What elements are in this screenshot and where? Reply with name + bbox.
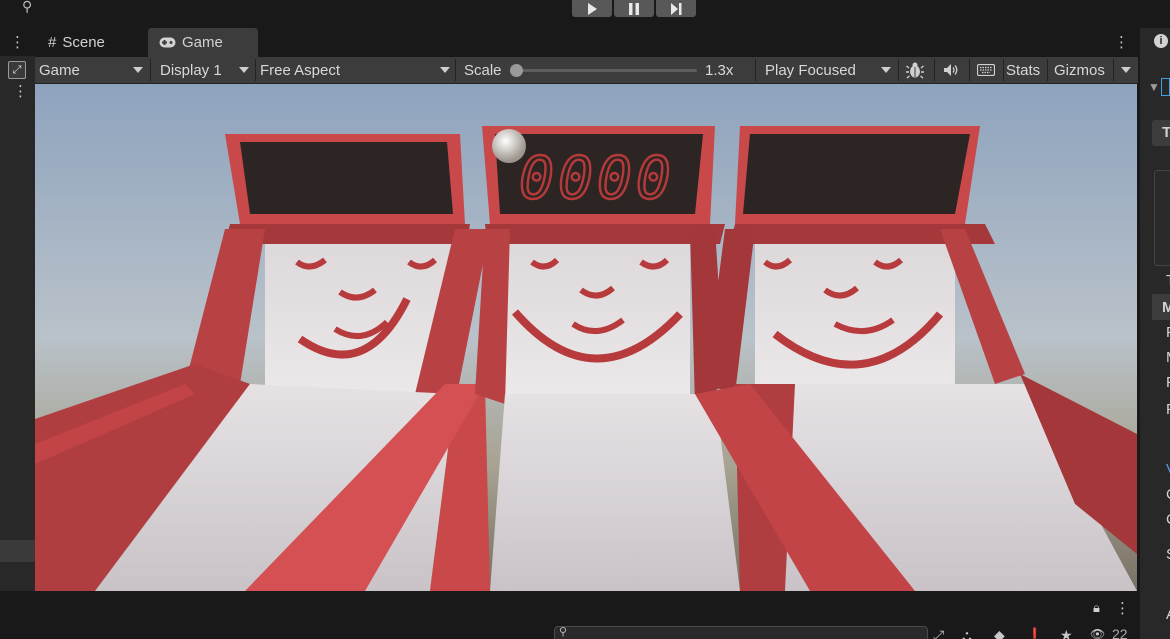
scale-label: Scale [464,57,502,83]
inspector-letter: C [1166,511,1170,528]
scale-label-text: Scale [464,61,502,79]
chevron-down-icon [440,67,450,73]
game-toolbar: Game Display 1 Free Aspect Scale 1.3x Pl… [35,57,1138,84]
play-button[interactable] [572,0,612,17]
inspector-letter: V [1166,461,1170,478]
score-display: 0000 [519,144,675,212]
step-icon [671,2,682,15]
inspector-letter: F [1166,374,1170,391]
scale-slider[interactable] [510,64,697,77]
inspector-letter: C [1166,486,1170,503]
tag-icon[interactable]: ◆ [994,627,1005,639]
bug-icon[interactable] [901,57,929,83]
tab-label: Scene [62,34,105,51]
keyboard-icon[interactable] [972,57,1000,83]
collapse-arrow-icon[interactable]: ▼ [1148,80,1160,94]
tab-scene[interactable]: # Scene [38,28,148,57]
left-menu-icon[interactable]: ⋮ [13,82,28,100]
view-select-value: Game [39,61,80,79]
maximize-icon[interactable]: ⤢ [8,61,26,79]
inspector-letter: A [1166,606,1170,623]
tab-bar: ⋮ # Scene Game ⋮ [0,28,1138,57]
panel-options-icon[interactable]: ⋮ [1114,33,1129,51]
inspector-panel: i ▼ T T M F M F F V C C S A [1138,28,1170,639]
lock-icon[interactable]: 🔒︎ [1093,600,1100,616]
chevron-down-icon [1121,67,1131,73]
tab-game[interactable]: Game [148,28,258,57]
skeeball-scene: 0000 [35,84,1137,591]
pause-button[interactable] [614,0,654,17]
play-mode-select[interactable]: Play Focused [765,57,895,83]
eye-icon[interactable]: 👁︎ [1090,627,1105,639]
gizmos-dropdown[interactable] [1116,57,1136,83]
inspector-letter: M [1162,299,1170,316]
stats-label: Stats [1006,61,1041,79]
display-select[interactable]: Display 1 [160,57,250,83]
inspector-letter: F [1166,324,1170,341]
audio-icon[interactable] [937,57,965,83]
gamepad-icon [159,37,176,48]
left-strip-highlight [0,540,35,562]
grid-icon: # [48,34,57,51]
stats-button[interactable]: Stats [1006,57,1040,83]
top-play-bar: ⚲ [0,0,1170,22]
bottom-panel: 🔒︎ ⋮ ⚲ ⤢ ⛬ ◆ ❗ ★ 👁︎ 22 [0,591,1138,639]
view-select[interactable]: Game [39,57,147,83]
hidden-count: 22 [1112,626,1128,639]
info-icon[interactable]: i [1154,34,1168,48]
game-view[interactable]: 0000 [35,84,1137,591]
inspector-letter: T [1162,124,1170,141]
component-header-icon [1161,78,1170,96]
aspect-select[interactable]: Free Aspect [260,57,450,83]
panel-options-icon[interactable]: ⋮ [1115,599,1130,617]
hierarchy-icon[interactable]: ⛬ [962,627,972,639]
scale-value: 1.3x [705,57,733,83]
play-mode-value: Play Focused [765,61,856,79]
scale-value-text: 1.3x [705,61,734,79]
chevron-down-icon [239,67,249,73]
display-select-value: Display 1 [160,61,222,79]
search-input[interactable]: ⚲ [554,626,928,639]
warning-icon[interactable]: ❗ [1026,627,1043,639]
chevron-down-icon [881,67,891,73]
middle-skeeball-machine: 0000 [475,126,740,591]
inspector-letter: F [1166,401,1170,418]
play-icon [588,2,597,15]
pause-icon [629,2,639,15]
maximize-icon[interactable]: ⤢ [933,627,944,639]
star-icon[interactable]: ★ [1060,627,1073,639]
chevron-down-icon [133,67,143,73]
panel-menu-icon[interactable]: ⋮ [10,33,25,51]
scale-slider-thumb[interactable] [510,64,523,77]
left-side-strip: ⤢ ⋮ [0,56,35,591]
step-button[interactable] [656,0,696,17]
collab-icon[interactable]: ⚲ [22,0,32,15]
aspect-select-value: Free Aspect [260,61,341,79]
inspector-letter: T [1166,272,1170,289]
search-icon: ⚲ [559,626,568,638]
inspector-letter: M [1166,349,1170,366]
text-area[interactable] [1154,170,1170,266]
skee-ball [492,129,526,163]
inspector-letter: S [1166,546,1170,563]
tab-label: Game [182,34,223,51]
gizmos-label: Gizmos [1054,61,1105,79]
gizmos-button[interactable]: Gizmos [1054,57,1105,83]
